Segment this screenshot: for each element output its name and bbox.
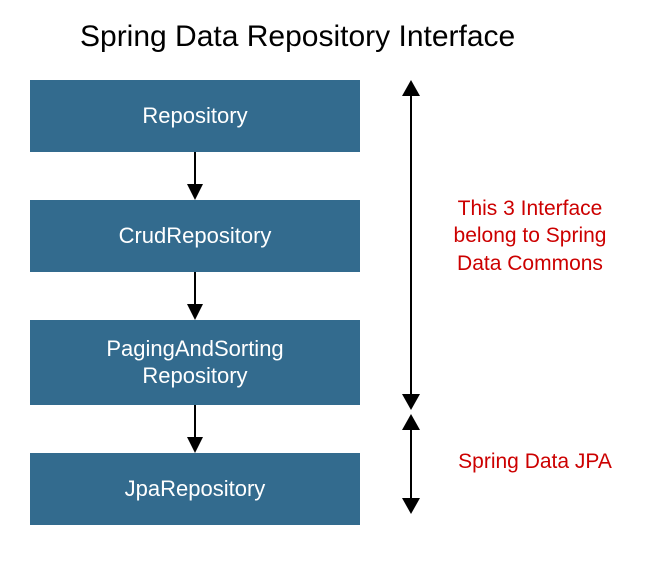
annotation-commons-line3: Data Commons	[457, 252, 603, 275]
box-paging-line1: PagingAndSorting	[106, 336, 283, 361]
annotation-commons: This 3 Interface belong to Spring Data C…	[440, 195, 620, 277]
bracket-commons	[410, 84, 412, 398]
arrow-down-icon	[185, 152, 205, 200]
arrow-paging-to-jpa	[30, 405, 360, 453]
diagram-title: Spring Data Repository Interface	[80, 20, 515, 54]
arrowhead-up-icon	[402, 414, 420, 430]
box-paging-repository: PagingAndSorting Repository	[30, 320, 360, 405]
arrow-crud-to-paging	[30, 272, 360, 320]
annotation-jpa-text: Spring Data JPA	[458, 450, 612, 473]
arrowhead-down-icon	[402, 394, 420, 410]
box-paging-line2: Repository	[142, 363, 247, 388]
box-repository-label: Repository	[142, 103, 247, 129]
annotation-commons-line1: This 3 Interface	[458, 197, 603, 220]
arrow-down-icon	[185, 272, 205, 320]
box-crud-label: CrudRepository	[119, 223, 272, 249]
box-crud-repository: CrudRepository	[30, 200, 360, 272]
annotation-commons-line2: belong to Spring	[454, 224, 607, 247]
arrow-repo-to-crud	[30, 152, 360, 200]
box-paging-label: PagingAndSorting Repository	[106, 336, 283, 389]
arrowhead-down-icon	[402, 498, 420, 514]
arrowhead-up-icon	[402, 80, 420, 96]
box-repository: Repository	[30, 80, 360, 152]
box-jpa-repository: JpaRepository	[30, 453, 360, 525]
bracket-jpa	[410, 418, 412, 502]
annotation-jpa: Spring Data JPA	[445, 448, 625, 475]
box-jpa-label: JpaRepository	[125, 476, 266, 502]
arrow-down-icon	[185, 405, 205, 453]
